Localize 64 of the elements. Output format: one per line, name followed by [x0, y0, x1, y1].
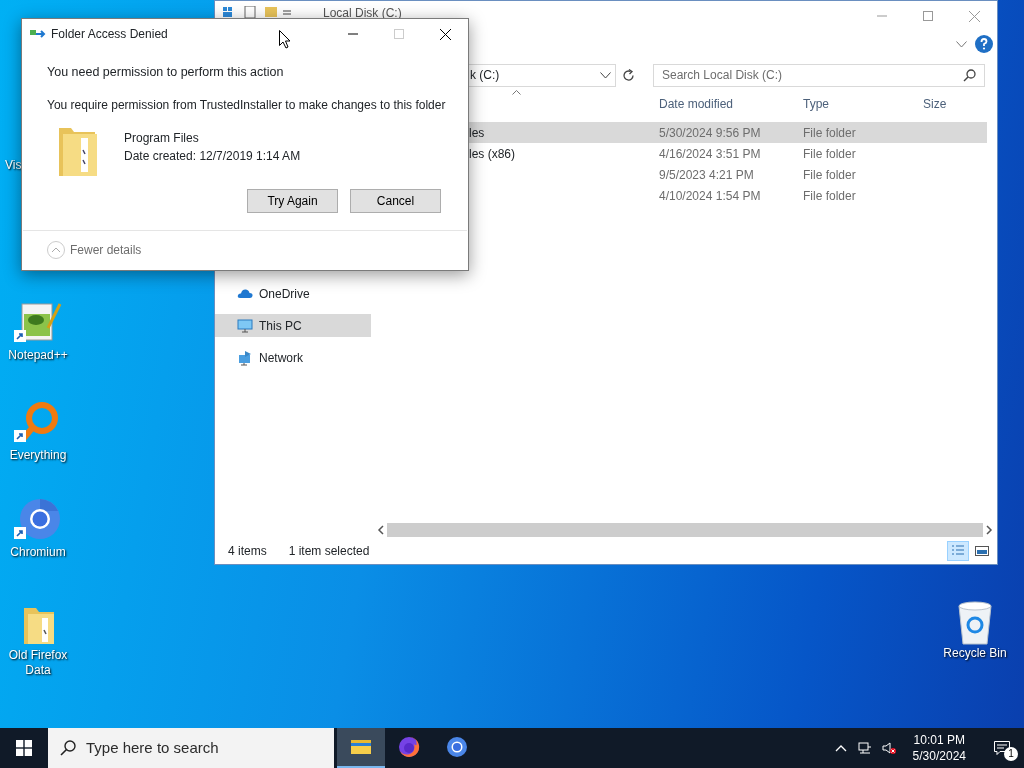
windows-icon	[16, 740, 32, 756]
preview-view-icon	[974, 543, 990, 559]
status-text: 4 items	[228, 543, 267, 560]
search-field[interactable]: Search Local Disk (C:)	[653, 63, 985, 87]
nav-item[interactable]: OneDrive	[215, 278, 371, 310]
clock-date[interactable]: 5/30/2024	[912, 748, 966, 764]
network-icon[interactable]	[857, 741, 872, 755]
search-icon	[963, 68, 976, 82]
type-cell-text: File folder	[802, 187, 857, 205]
chevron-down-icon	[600, 71, 611, 79]
nav-item[interactable]: Network	[215, 342, 371, 374]
file-name: les (x86)	[469, 146, 515, 161]
column-header[interactable]: Date modified	[653, 95, 797, 113]
taskbar-app-button[interactable]	[337, 728, 385, 768]
network-icon	[237, 350, 253, 366]
search-icon	[60, 740, 76, 756]
date-cell-text: 4/10/2024 1:54 PM	[658, 187, 762, 205]
notification-icon	[994, 741, 1010, 755]
sort-caret-icon	[512, 90, 521, 95]
type-cell-text: File folder	[802, 124, 857, 142]
dialog-title: Folder Access Denied	[51, 26, 168, 43]
nav-item[interactable]: This PC	[215, 314, 371, 337]
icon-label: Recycle Bin	[943, 646, 1007, 661]
chevron-down-icon[interactable]	[956, 40, 967, 48]
notification-count: 1	[1004, 747, 1018, 761]
icon-label: Notepad++	[8, 348, 68, 363]
icon-label: Chromium	[10, 545, 66, 560]
column-header[interactable]: Type	[797, 95, 917, 113]
scrollbar-thumb[interactable]	[387, 523, 983, 537]
help-icon[interactable]	[975, 35, 993, 53]
taskbar-search-field[interactable]: Type here to search	[48, 728, 334, 768]
dialog-heading: You need permission to perform this action	[47, 64, 285, 81]
firefox-icon	[398, 736, 420, 758]
chromium-icon	[446, 736, 468, 758]
folder-arrow-icon	[30, 28, 46, 40]
scroll-right-icon[interactable]	[983, 523, 995, 537]
speaker-muted-icon[interactable]	[881, 741, 896, 755]
close-icon	[439, 28, 451, 40]
dialog-button[interactable]: Cancel	[350, 188, 441, 213]
scroll-left-icon[interactable]	[375, 523, 387, 537]
clock-time[interactable]: 10:01 PM	[912, 732, 966, 748]
details-toggle[interactable]: Fewer details	[70, 241, 142, 260]
dialog-button[interactable]: Try Again	[247, 188, 338, 213]
refresh-icon[interactable]	[622, 68, 635, 82]
cursor-icon	[279, 30, 291, 49]
maximize-icon	[394, 29, 404, 39]
quick-access-toolbar-icon	[223, 6, 291, 18]
notification-button[interactable]: 1	[980, 728, 1024, 768]
type-cell-text: File folder	[802, 166, 857, 184]
computer-icon	[237, 317, 253, 334]
column-header[interactable]: Size	[917, 95, 987, 113]
file-name: Program Files	[124, 129, 200, 147]
icon-label: Vis	[5, 158, 22, 173]
file-name: les	[469, 125, 485, 140]
icon-label: Everything	[9, 448, 67, 463]
maximize-icon	[923, 11, 933, 21]
file-date: Date created: 12/7/2019 1:14 AM	[124, 147, 301, 165]
type-cell-text: File folder	[802, 145, 857, 163]
date-cell-text: 5/30/2024 9:56 PM	[658, 124, 762, 142]
status-text: 1 item selected	[288, 543, 370, 560]
date-cell-text: 9/5/2023 4:21 PM	[658, 166, 755, 184]
close-icon	[968, 10, 980, 22]
date-cell-text: 4/16/2024 3:51 PM	[658, 145, 762, 163]
icon-label: Old Firefox Data	[7, 648, 69, 678]
